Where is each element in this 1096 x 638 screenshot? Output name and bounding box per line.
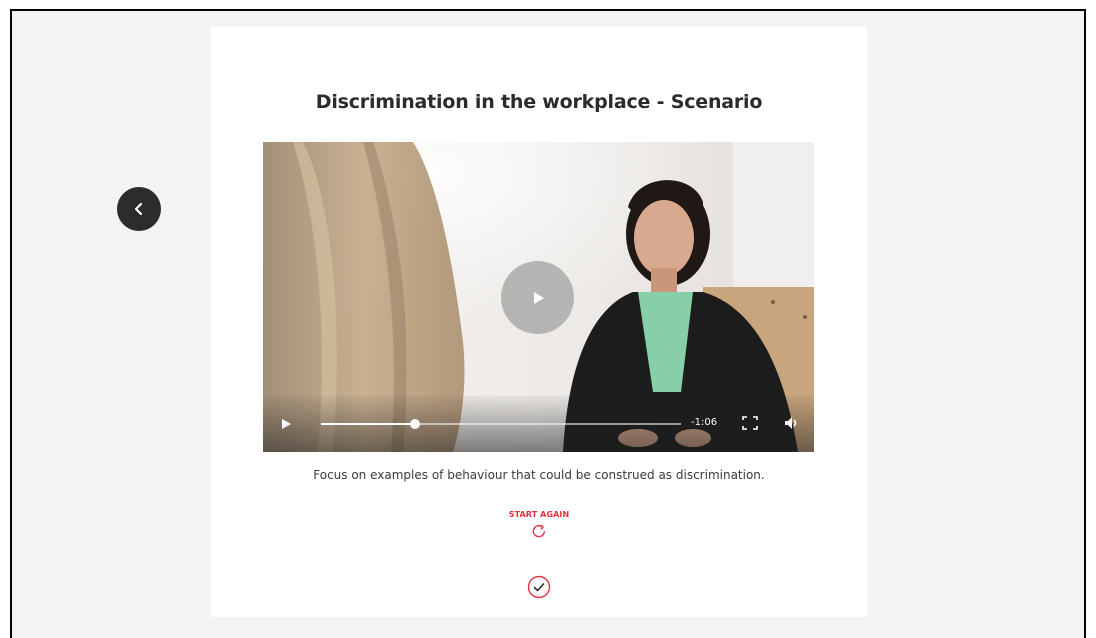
play-overlay-button[interactable] <box>501 261 574 334</box>
start-again-button[interactable]: START AGAIN <box>489 510 589 548</box>
video-controls: -1:06 <box>263 396 814 452</box>
back-button[interactable] <box>117 187 161 231</box>
start-again-label: START AGAIN <box>508 510 570 519</box>
progress-bar[interactable] <box>321 419 681 429</box>
time-remaining: -1:06 <box>691 417 718 428</box>
restart-icon <box>532 524 545 538</box>
lesson-caption: Focus on examples of behaviour that coul… <box>313 468 765 482</box>
progress-handle[interactable] <box>409 419 420 429</box>
video-player[interactable]: -1:06 <box>263 142 814 452</box>
lesson-title: Discrimination in the workplace - Scenar… <box>315 91 763 113</box>
chevron-left-icon <box>134 202 143 216</box>
fullscreen-icon[interactable] <box>741 415 759 431</box>
volume-icon[interactable] <box>783 415 801 431</box>
play-icon[interactable] <box>279 417 293 431</box>
lesson-card: Discrimination in the workplace - Scenar… <box>211 27 867 617</box>
app-frame: Discrimination in the workplace - Scenar… <box>10 9 1086 638</box>
play-icon <box>533 291 544 304</box>
check-circle-icon[interactable] <box>527 575 551 599</box>
progress-fill <box>321 423 415 425</box>
